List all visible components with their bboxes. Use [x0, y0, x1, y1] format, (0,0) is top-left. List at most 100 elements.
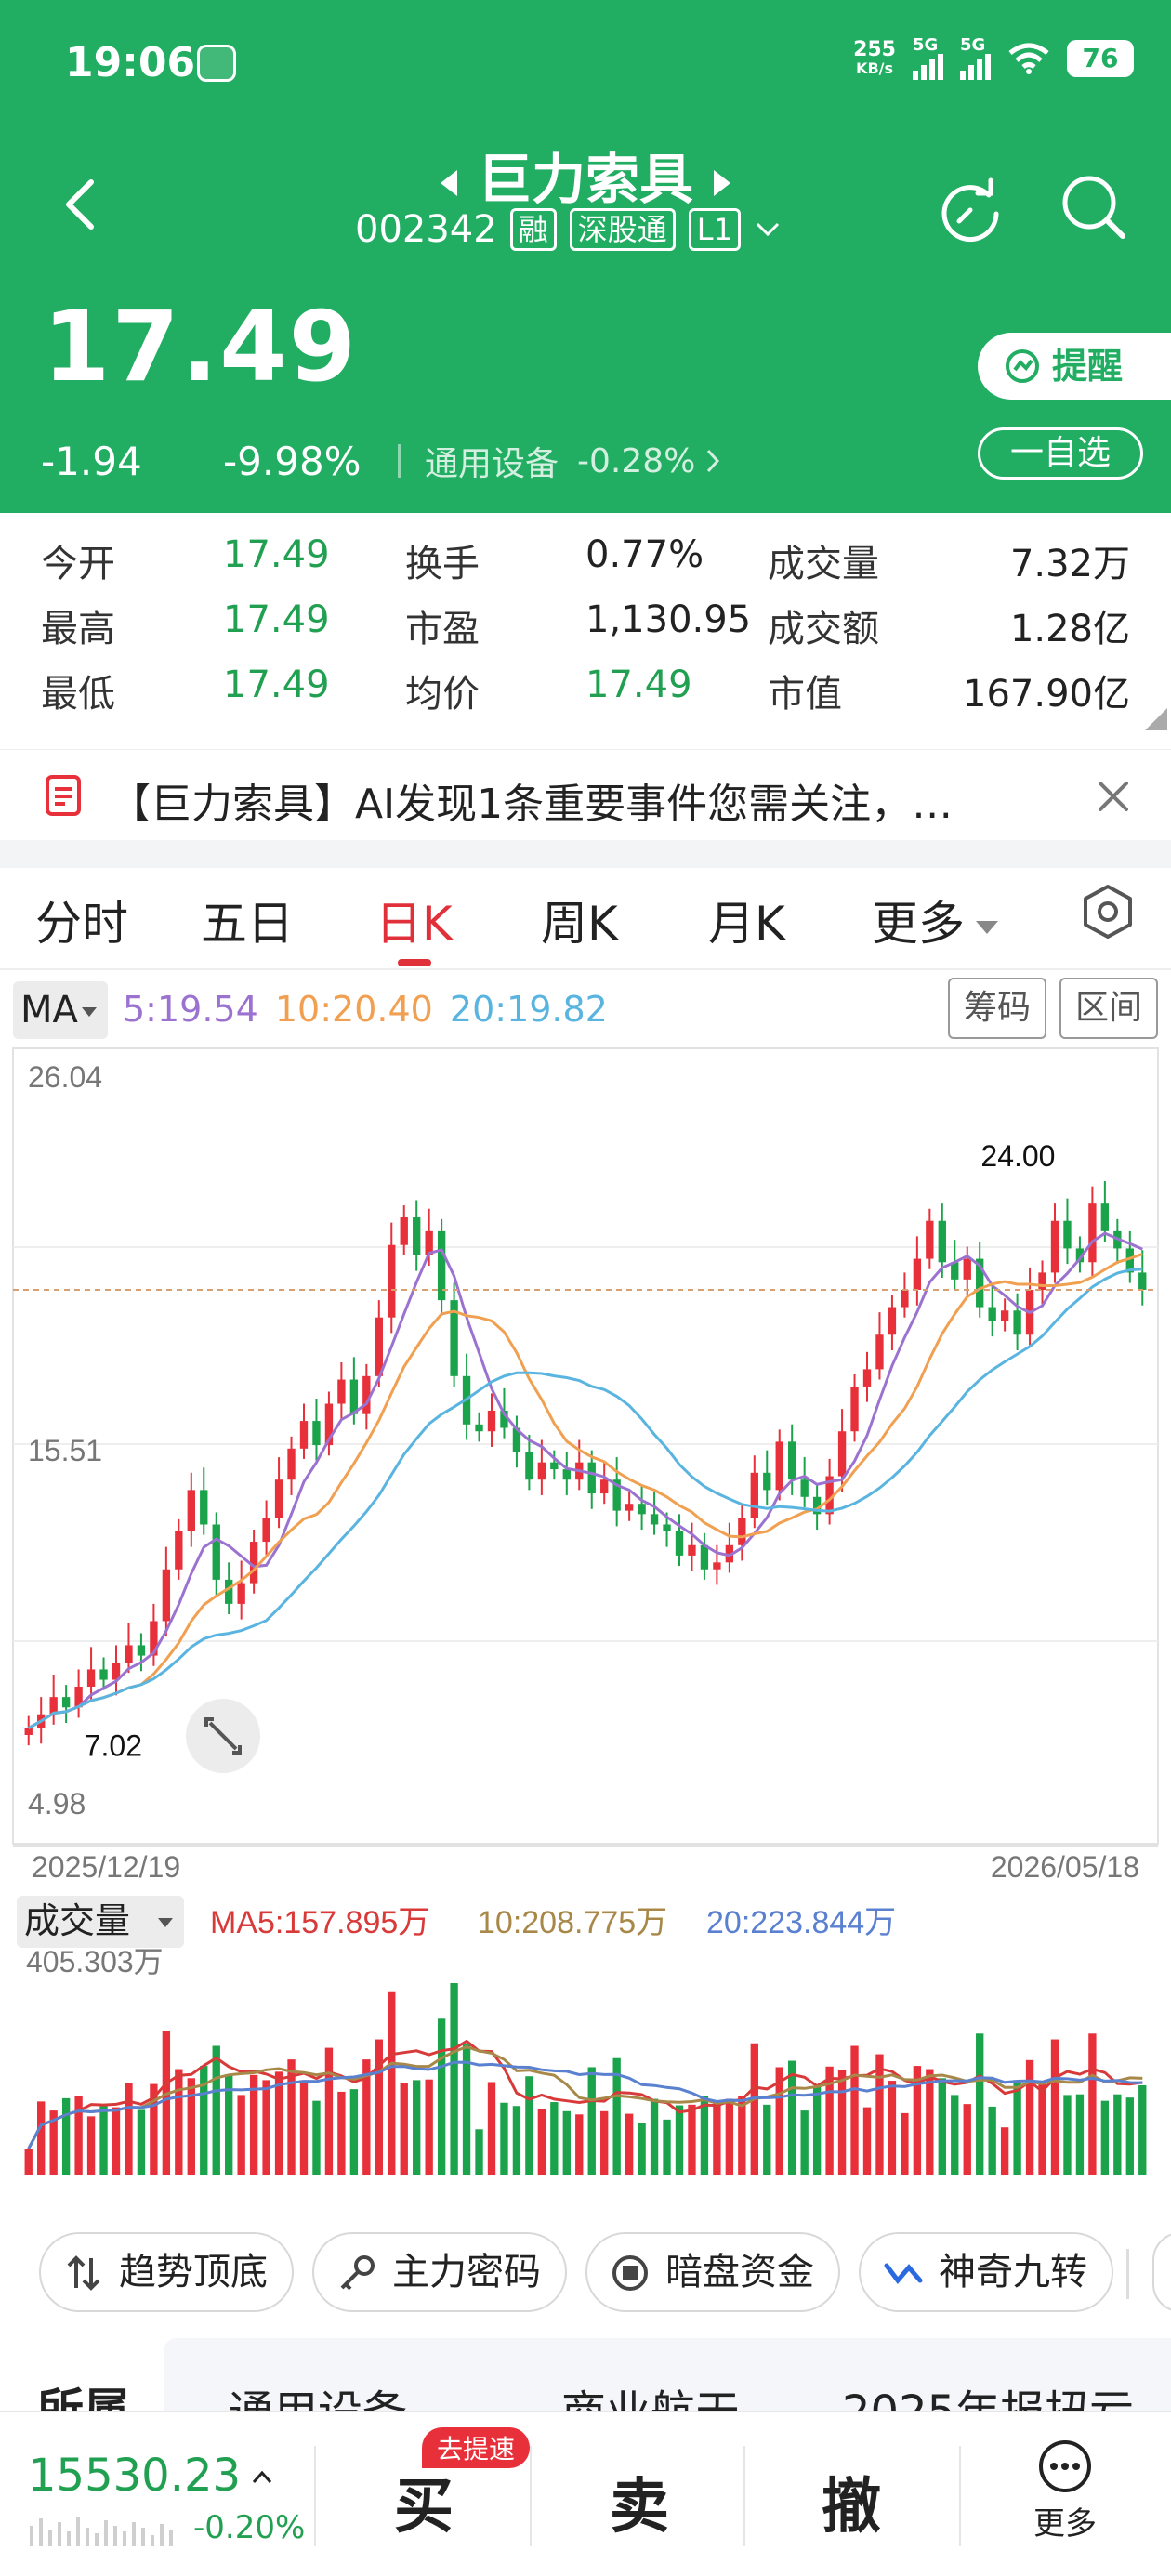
volume-bar: [650, 2098, 659, 2175]
dark-pool-icon: [612, 2255, 648, 2291]
tag-connect: 深股通: [569, 208, 676, 251]
tab-more[interactable]: 更多: [872, 887, 998, 953]
tab-weekly-k[interactable]: 周K: [541, 887, 618, 953]
volume-bar: [638, 2123, 646, 2175]
divider: [314, 2446, 316, 2546]
candle-body: [125, 1645, 133, 1663]
volume-bar: [675, 2105, 684, 2175]
ma-lines: [27, 1231, 1143, 1729]
remind-button[interactable]: 提醒: [978, 333, 1171, 400]
ai-notice-bar[interactable]: 【巨力索具】AI发现1条重要事件您需关注，…: [0, 749, 1171, 838]
high-annotation: 24.00: [980, 1139, 1055, 1173]
candle-body: [800, 1479, 809, 1497]
chip-next-partial[interactable]: [1152, 2232, 1171, 2312]
candle-body: [788, 1441, 796, 1480]
next-stock-icon[interactable]: [714, 169, 730, 196]
notification-badge-icon: [197, 45, 236, 82]
index-value[interactable]: 15530.23: [28, 2450, 241, 2502]
settings-hexagon-icon[interactable]: [1082, 883, 1134, 940]
volume-bar: [1013, 2080, 1021, 2175]
volume-bar: [299, 2080, 309, 2175]
kline-chart[interactable]: 26.04 15.51 4.98 24.00 7.02 2025/12/19 2…: [0, 1045, 1171, 2206]
cancel-order-button[interactable]: 撤: [822, 2459, 881, 2544]
sector-change[interactable]: -0.28%: [577, 442, 695, 480]
candle-body: [487, 1410, 496, 1432]
fullscreen-button[interactable]: [186, 1699, 260, 1773]
candle-body: [1063, 1220, 1072, 1249]
sell-button[interactable]: 卖: [610, 2459, 669, 2544]
price-change: -1.94: [41, 438, 142, 484]
candle-body: [837, 1431, 847, 1477]
status-time: 19:06: [65, 39, 196, 86]
volume-bar: [625, 2113, 634, 2175]
chevron-up-icon[interactable]: [251, 2466, 273, 2489]
range-button[interactable]: 区间: [1059, 978, 1158, 1039]
related-item-annual-report[interactable]: 2025年报扭亏: [842, 2375, 1134, 2412]
volume-bar: [1000, 2127, 1009, 2175]
chip-main-force-code[interactable]: 主力密码: [312, 2232, 567, 2312]
tag-level: L1: [688, 208, 741, 251]
related-concepts-row: 所属 通用设备 商业航天 2025年报扭亏: [0, 2329, 1171, 2412]
buy-button[interactable]: 买: [394, 2459, 454, 2544]
volume-bar: [1050, 2039, 1059, 2175]
candle-body: [274, 1479, 283, 1518]
expand-corner-icon[interactable]: [1145, 708, 1167, 730]
tab-daily-k[interactable]: 日K: [375, 887, 453, 953]
sector-name[interactable]: 通用设备: [425, 437, 559, 485]
watchlist-button[interactable]: 一自选: [978, 427, 1143, 480]
ma-selector[interactable]: MA: [13, 981, 108, 1039]
chip-trend-top-bottom[interactable]: 趋势顶底: [39, 2232, 294, 2312]
volume-bar: [162, 2031, 171, 2175]
change-row: -1.94 -9.98% 通用设备 -0.28%: [41, 437, 725, 485]
more-button[interactable]: 更多: [1026, 2438, 1104, 2543]
candle-body: [413, 1217, 421, 1255]
volume-bar: [262, 2080, 270, 2175]
divider: [743, 2446, 745, 2546]
more-dots-icon: [1039, 2440, 1091, 2492]
close-icon[interactable]: [1093, 776, 1134, 817]
chip-distribution-button[interactable]: 筹码: [948, 978, 1046, 1039]
key-icon: [340, 2255, 375, 2291]
tab-intraday[interactable]: 分时: [35, 887, 128, 953]
y-top-label: 26.04: [28, 1060, 102, 1094]
kline-chart-svg[interactable]: 26.04 15.51 4.98 24.00 7.02 2025/12/19 2…: [0, 1045, 1171, 2206]
ma10-line: [27, 1252, 1143, 1729]
chip-magic-nine-turn[interactable]: 神奇九转: [859, 2232, 1113, 2312]
candle-body: [175, 1531, 183, 1570]
candle-body: [738, 1518, 746, 1545]
candle-body: [1038, 1272, 1046, 1290]
candle-body: [675, 1531, 684, 1556]
candle-body: [763, 1472, 771, 1491]
notice-text[interactable]: 【巨力索具】AI发现1条重要事件您需关注，…: [110, 770, 1039, 830]
candle-body: [1050, 1220, 1059, 1273]
candle-body: [525, 1452, 533, 1480]
related-head: 所属: [37, 2384, 130, 2412]
volume-bar: [888, 2081, 897, 2175]
prev-stock-icon[interactable]: [440, 169, 457, 196]
signal-bars-icon: [913, 54, 943, 80]
tab-monthly-k[interactable]: 月K: [708, 887, 785, 953]
chevron-right-icon[interactable]: [703, 447, 725, 475]
volume-bar: [600, 2110, 609, 2175]
refresh-icon[interactable]: [933, 173, 1007, 247]
y-mid-label: 15.51: [28, 1434, 102, 1467]
volume-bar: [237, 2095, 245, 2175]
volume-bar: [850, 2045, 859, 2175]
ma5-line: [27, 1231, 1143, 1729]
ma20-line: [27, 1268, 1143, 1729]
chevron-down-icon[interactable]: [754, 220, 782, 239]
candle-body: [888, 1307, 897, 1335]
volume-bar: [400, 2083, 408, 2175]
search-icon[interactable]: [1056, 169, 1130, 243]
volume-bar: [324, 2047, 334, 2175]
tag-margin: 融: [509, 208, 557, 251]
volume-bar: [951, 2095, 959, 2175]
related-item-commercial-aerospace[interactable]: 商业航天: [561, 2375, 740, 2412]
related-item-general-equipment[interactable]: 通用设备: [229, 2375, 407, 2412]
tab-five-day[interactable]: 五日: [201, 887, 294, 953]
status-icons: 255 KB/s 5G 5G 76: [853, 37, 1134, 80]
volume-bar: [763, 2104, 771, 2175]
document-icon: [46, 775, 81, 816]
candle-body: [537, 1462, 546, 1480]
chip-dark-pool-funds[interactable]: 暗盘资金: [586, 2232, 840, 2312]
